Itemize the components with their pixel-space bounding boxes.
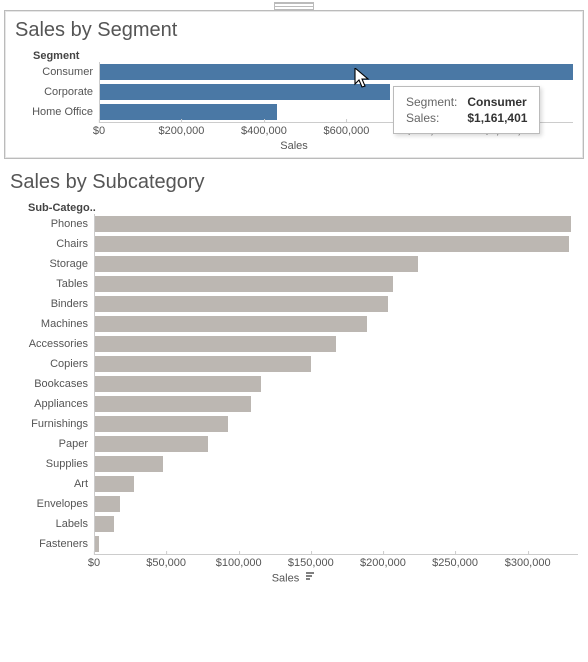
tick-label: $200,000 — [159, 123, 205, 137]
bar-row[interactable]: Furnishings — [10, 414, 578, 434]
panel-sales-by-segment: Sales by Segment Segment Consumer Corpor… — [4, 10, 584, 159]
panel-sales-by-subcategory: Sales by Subcategory Sub-Catego.. Phones… — [0, 163, 588, 591]
tooltip-field-label: Segment: — [406, 95, 465, 109]
chart-title: Sales by Segment — [15, 19, 573, 42]
bar[interactable] — [95, 416, 228, 432]
tooltip-field-label: Sales: — [406, 111, 465, 125]
tick-label: $100,000 — [216, 555, 262, 569]
bar[interactable] — [95, 396, 251, 412]
chart-title: Sales by Subcategory — [10, 171, 578, 194]
row-label: Fasteners — [10, 538, 94, 550]
row-label: Art — [10, 478, 94, 490]
row-label: Furnishings — [10, 418, 94, 430]
bar[interactable] — [95, 496, 120, 512]
plot-area-subcategory[interactable]: Phones Chairs Storage Tables Binders Mac… — [10, 214, 578, 554]
bar-consumer[interactable] — [100, 64, 573, 80]
bar[interactable] — [95, 296, 388, 312]
bar-row[interactable]: Storage — [10, 254, 578, 274]
bar-row[interactable]: Labels — [10, 514, 578, 534]
row-label: Supplies — [10, 458, 94, 470]
tick-label: $200,000 — [360, 555, 406, 569]
bar-row[interactable]: Art — [10, 474, 578, 494]
y-axis-header: Sub-Catego.. — [28, 202, 578, 214]
tick-label: $600,000 — [323, 123, 369, 137]
bar[interactable] — [95, 536, 99, 552]
x-axis-text: Sales — [272, 572, 300, 584]
bar[interactable] — [95, 376, 261, 392]
row-label: Copiers — [10, 358, 94, 370]
row-label: Consumer — [15, 66, 99, 78]
bar[interactable] — [95, 256, 418, 272]
row-label: Accessories — [10, 338, 94, 350]
row-label: Appliances — [10, 398, 94, 410]
tick-label: $50,000 — [146, 555, 186, 569]
bar[interactable] — [95, 216, 571, 232]
bar[interactable] — [95, 336, 336, 352]
bar[interactable] — [95, 276, 393, 292]
bar[interactable] — [95, 236, 569, 252]
bar-row[interactable]: Accessories — [10, 334, 578, 354]
tooltip: Segment: Consumer Sales: $1,161,401 — [393, 86, 540, 134]
bar-row[interactable]: Bookcases — [10, 374, 578, 394]
bar[interactable] — [95, 316, 367, 332]
row-label: Machines — [10, 318, 94, 330]
bar-row[interactable]: Chairs — [10, 234, 578, 254]
row-label: Binders — [10, 298, 94, 310]
bar-row[interactable]: Machines — [10, 314, 578, 334]
row-label: Paper — [10, 438, 94, 450]
bar-row[interactable]: Appliances — [10, 394, 578, 414]
row-label: Tables — [10, 278, 94, 290]
bar-row[interactable]: Copiers — [10, 354, 578, 374]
x-axis-label: Sales — [15, 140, 573, 152]
drag-handle[interactable] — [274, 2, 314, 10]
y-axis-header: Segment — [33, 50, 573, 62]
row-label: Phones — [10, 218, 94, 230]
row-label: Home Office — [15, 106, 99, 118]
bar-row[interactable]: Envelopes — [10, 494, 578, 514]
bar-row[interactable]: Binders — [10, 294, 578, 314]
tooltip-field-value: $1,161,401 — [467, 111, 527, 125]
bar-home-office[interactable] — [100, 104, 277, 120]
bar[interactable] — [95, 436, 208, 452]
tick-label: $150,000 — [288, 555, 334, 569]
row-label: Corporate — [15, 86, 99, 98]
row-label: Bookcases — [10, 378, 94, 390]
bar-row[interactable]: Supplies — [10, 454, 578, 474]
sort-desc-icon[interactable] — [306, 572, 316, 585]
tick-label: $400,000 — [241, 123, 287, 137]
bar-row[interactable]: Tables — [10, 274, 578, 294]
tick-label: $0 — [93, 123, 105, 137]
plot-area-segment[interactable]: Consumer Corporate Home Office Segment: … — [15, 62, 573, 122]
bar[interactable] — [95, 476, 134, 492]
x-axis-subcategory: $0 $50,000 $100,000 $150,000 $200,000 $2… — [94, 554, 578, 570]
tick-label: $0 — [88, 555, 100, 569]
row-label: Storage — [10, 258, 94, 270]
bar-row[interactable]: Paper — [10, 434, 578, 454]
tick-label: $250,000 — [432, 555, 478, 569]
tick-label: $300,000 — [505, 555, 551, 569]
tooltip-field-value: Consumer — [467, 95, 527, 109]
bar[interactable] — [95, 516, 114, 532]
bar-row[interactable]: Fasteners — [10, 534, 578, 554]
row-label: Chairs — [10, 238, 94, 250]
x-axis-text: Sales — [280, 140, 308, 152]
row-label: Envelopes — [10, 498, 94, 510]
bar[interactable] — [95, 456, 163, 472]
bar-row-consumer[interactable]: Consumer — [15, 62, 573, 82]
bar-row[interactable]: Phones — [10, 214, 578, 234]
x-axis-label: Sales — [10, 572, 578, 585]
bar[interactable] — [95, 356, 311, 372]
bar-corporate[interactable] — [100, 84, 390, 100]
row-label: Labels — [10, 518, 94, 530]
